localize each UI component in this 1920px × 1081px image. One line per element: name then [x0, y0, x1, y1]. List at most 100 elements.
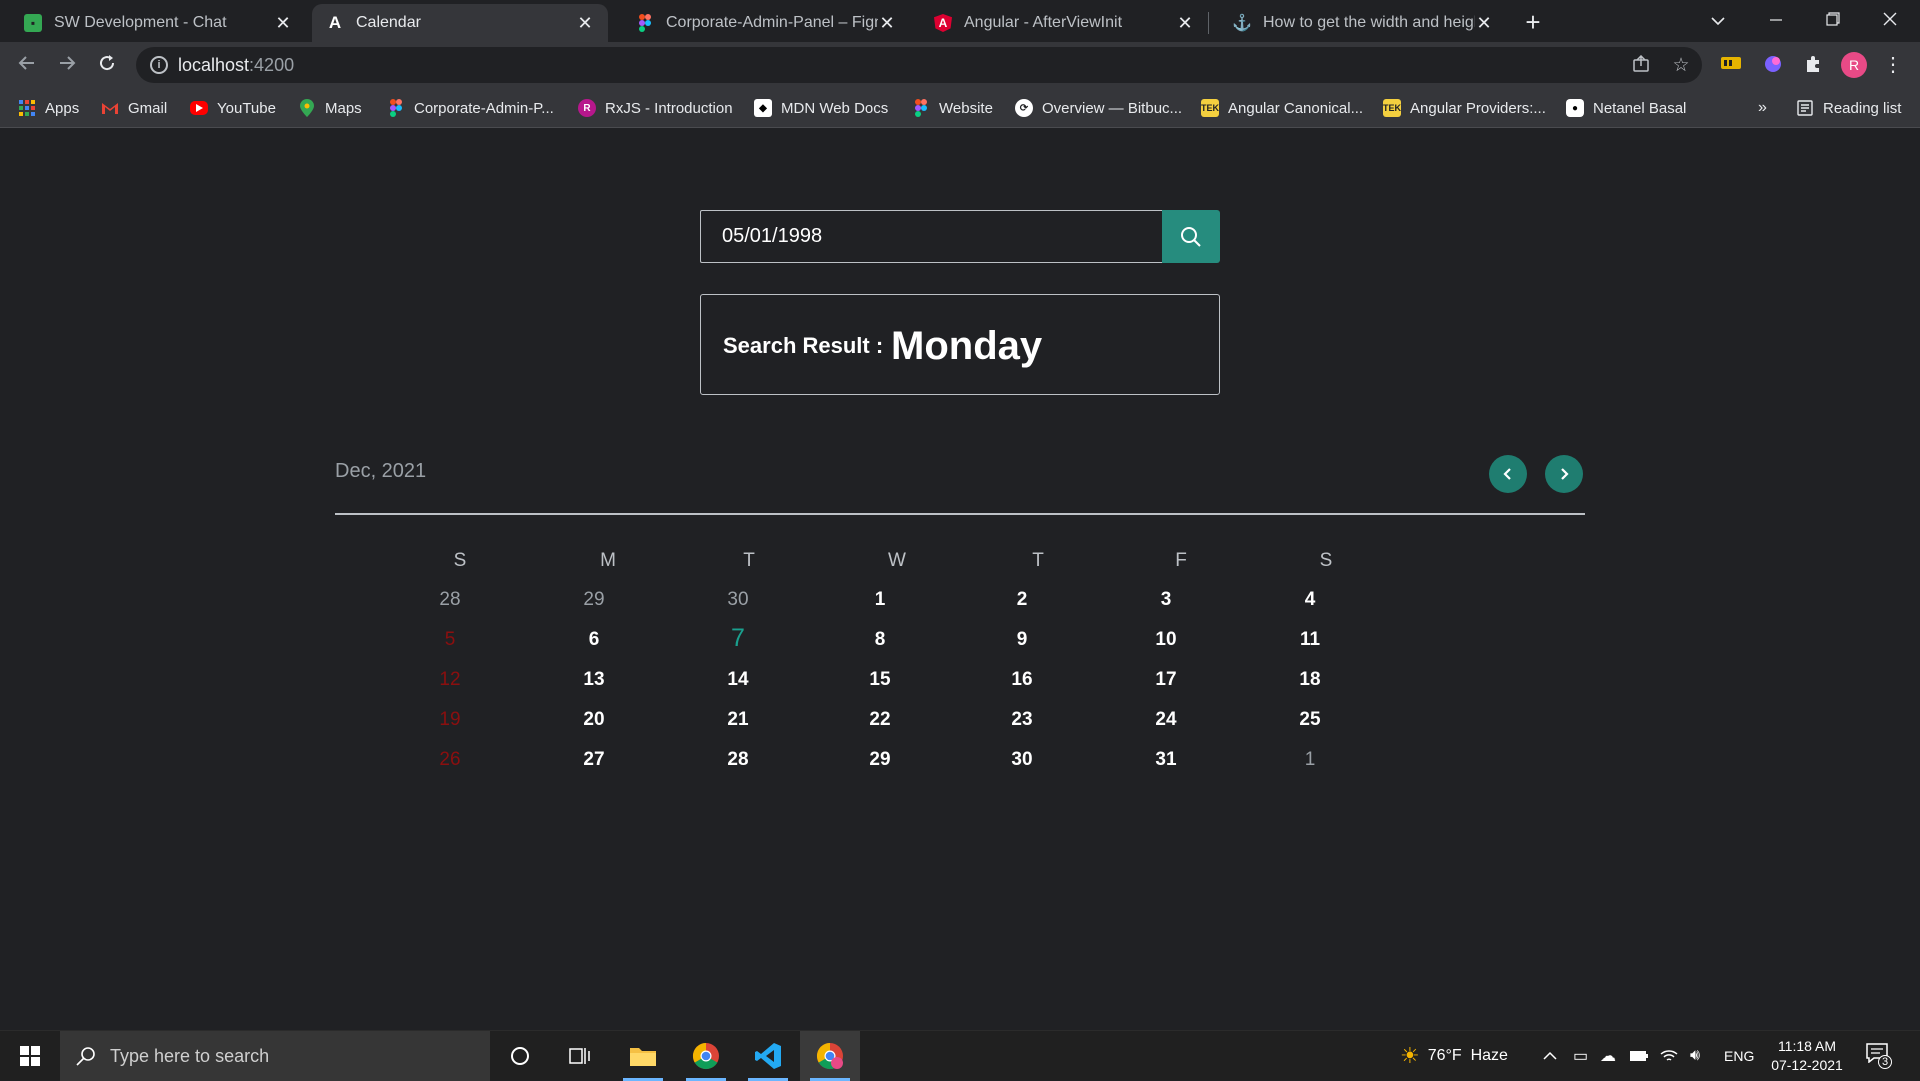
calendar-day[interactable]: 5	[425, 629, 475, 651]
bookmark-corporate-admin[interactable]: Corporate-Admin-P...	[387, 96, 554, 120]
search-button[interactable]	[1162, 210, 1220, 263]
vscode-button[interactable]	[738, 1031, 798, 1081]
bookmark-label: Corporate-Admin-P...	[414, 99, 554, 117]
calendar-day-today[interactable]: 7	[713, 624, 763, 653]
chrome-profile-button[interactable]	[800, 1031, 860, 1081]
calendar-day[interactable]: 19	[425, 709, 475, 731]
bookmark-netanel-basal[interactable]: ● Netanel Basal	[1566, 96, 1686, 120]
calendar-day[interactable]: 6	[569, 629, 619, 651]
task-view-button[interactable]	[550, 1031, 610, 1081]
bookmark-bitbucket[interactable]: ⟳ Overview — Bitbuc...	[1015, 96, 1182, 120]
calendar-day[interactable]: 16	[997, 669, 1047, 691]
battery-icon[interactable]	[1630, 1031, 1648, 1081]
close-icon[interactable]: ✕	[274, 13, 292, 34]
chrome-button[interactable]	[676, 1031, 736, 1081]
calendar-day[interactable]: 2	[997, 589, 1047, 611]
bookmark-star-icon[interactable]: ☆	[1670, 55, 1692, 77]
calendar-day[interactable]: 28	[425, 589, 475, 611]
calendar-day[interactable]: 1	[1285, 749, 1335, 771]
calendar-day[interactable]: 9	[997, 629, 1047, 651]
calendar-day[interactable]: 29	[855, 749, 905, 771]
calendar-day[interactable]: 4	[1285, 589, 1335, 611]
bookmark-mdn[interactable]: ◆ MDN Web Docs	[754, 96, 888, 120]
meet-now-icon[interactable]: ▭	[1573, 1031, 1588, 1081]
calendar-day[interactable]: 20	[569, 709, 619, 731]
wifi-icon[interactable]	[1660, 1031, 1678, 1081]
show-hidden-icons-button[interactable]	[1543, 1031, 1557, 1081]
onedrive-icon[interactable]: ☁	[1600, 1031, 1616, 1081]
calendar-day[interactable]: 26	[425, 749, 475, 771]
calendar-day[interactable]: 13	[569, 669, 619, 691]
calendar-day[interactable]: 1	[855, 589, 905, 611]
calendar-day[interactable]: 29	[569, 589, 619, 611]
close-window-button[interactable]	[1862, 0, 1918, 42]
minimize-button[interactable]	[1748, 0, 1804, 42]
taskbar-search-box[interactable]: Type here to search	[60, 1031, 490, 1081]
calendar-day[interactable]: 17	[1141, 669, 1191, 691]
color-picker-extension-icon[interactable]	[1762, 54, 1784, 76]
url-text[interactable]: localhost:4200	[178, 55, 294, 76]
bookmark-angular-canonical[interactable]: TEK Angular Canonical...	[1201, 96, 1363, 120]
calendar-day[interactable]: 18	[1285, 669, 1335, 691]
taskbar-clock[interactable]: 11:18 AM 07-12-2021	[1764, 1037, 1850, 1075]
calendar-day[interactable]: 14	[713, 669, 763, 691]
notification-center-button[interactable]: 3	[1866, 1043, 1892, 1069]
file-explorer-button[interactable]	[613, 1031, 673, 1081]
new-tab-button[interactable]: +	[1518, 8, 1548, 38]
calendar-day[interactable]: 23	[997, 709, 1047, 731]
date-search-input[interactable]	[700, 210, 1163, 263]
tab-sw-development-chat[interactable]: ▪ SW Development - Chat ✕	[0, 4, 306, 42]
tab-calendar[interactable]: A Calendar ✕	[312, 4, 608, 42]
bookmark-rxjs[interactable]: R RxJS - Introduction	[578, 96, 733, 120]
bookmark-apps[interactable]: Apps	[18, 96, 79, 120]
calendar-day[interactable]: 21	[713, 709, 763, 731]
calendar-day[interactable]: 12	[425, 669, 475, 691]
profile-avatar[interactable]: R	[1841, 52, 1867, 78]
share-icon[interactable]	[1630, 54, 1652, 77]
calendar-day[interactable]: 31	[1141, 749, 1191, 771]
tab-angular-afterviewinit[interactable]: A Angular - AfterViewInit ✕	[910, 4, 1208, 42]
calendar-day[interactable]: 8	[855, 629, 905, 651]
tab-figma[interactable]: Corporate-Admin-Panel – Figma ✕	[612, 4, 910, 42]
calendar-day[interactable]: 10	[1141, 629, 1191, 651]
calendar-day[interactable]: 15	[855, 669, 905, 691]
forward-button[interactable]	[52, 50, 82, 80]
calendar-day[interactable]: 11	[1285, 629, 1335, 651]
close-icon[interactable]: ✕	[878, 13, 896, 34]
address-bar[interactable]: i localhost:4200 ☆	[136, 47, 1702, 83]
cortana-button[interactable]	[490, 1031, 550, 1081]
calendar-day[interactable]: 22	[855, 709, 905, 731]
start-button[interactable]	[0, 1031, 60, 1081]
volume-icon[interactable]: 🔊︎	[1690, 1031, 1700, 1081]
menu-kebab-icon[interactable]: ⋮	[1882, 54, 1904, 76]
reading-list-button[interactable]: Reading list	[1796, 96, 1901, 120]
calendar-day[interactable]: 24	[1141, 709, 1191, 731]
weather-widget[interactable]: ☀ 76°F Haze	[1400, 1031, 1508, 1081]
calendar-day[interactable]: 3	[1141, 589, 1191, 611]
extensions-puzzle-icon[interactable]	[1802, 54, 1824, 76]
site-info-icon[interactable]: i	[150, 56, 168, 74]
bookmark-youtube[interactable]: YouTube	[190, 96, 276, 120]
close-icon[interactable]: ✕	[576, 13, 594, 34]
more-bookmarks-button[interactable]: »	[1758, 96, 1767, 120]
calendar-day[interactable]: 25	[1285, 709, 1335, 731]
bookmark-maps[interactable]: Maps	[298, 96, 362, 120]
calendar-day[interactable]: 30	[713, 589, 763, 611]
bookmark-angular-providers[interactable]: TEK Angular Providers:...	[1383, 96, 1546, 120]
restore-button[interactable]	[1805, 0, 1861, 42]
language-indicator[interactable]: ENG	[1724, 1031, 1754, 1081]
calendar-day[interactable]: 30	[997, 749, 1047, 771]
reload-button[interactable]	[92, 50, 122, 80]
tab-search-button[interactable]	[1690, 0, 1746, 42]
calendar-day[interactable]: 27	[569, 749, 619, 771]
tab-stackoverflow-question[interactable]: ⚓ How to get the width and height ✕	[1209, 4, 1507, 42]
back-button[interactable]	[12, 50, 42, 80]
previous-month-button[interactable]	[1489, 455, 1527, 493]
calendar-day[interactable]: 28	[713, 749, 763, 771]
bookmark-website[interactable]: Website	[912, 96, 993, 120]
extension-icon[interactable]	[1720, 54, 1742, 76]
bookmark-gmail[interactable]: Gmail	[101, 96, 167, 120]
close-icon[interactable]: ✕	[1475, 13, 1493, 34]
next-month-button[interactable]	[1545, 455, 1583, 493]
close-icon[interactable]: ✕	[1176, 13, 1194, 34]
